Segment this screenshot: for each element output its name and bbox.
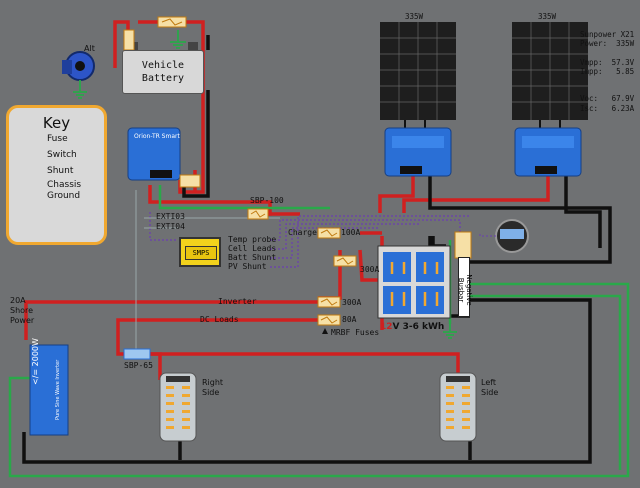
sbp100-label: SBP-100	[250, 196, 284, 205]
legend-key: Key Fuse Switch Shunt Chassis Ground	[6, 105, 107, 245]
battery-bank-capacity: V 3-6 kWh	[392, 322, 445, 332]
negative-busbar-label: Negative Busbar	[457, 274, 473, 306]
fuse-80a-label: 80A	[342, 315, 357, 324]
fuse-icon	[247, 208, 269, 220]
fuse-icon	[317, 227, 341, 239]
dc-loads-label: DC Loads	[200, 315, 239, 324]
charge-label: Charge	[288, 228, 317, 237]
battery-bank-label: 12V 3-6 kWh	[380, 322, 444, 332]
fuse-box-right	[159, 372, 197, 442]
negative-busbar: Negative Busbar	[457, 257, 473, 317]
vehicle-battery-line1: Vehicle	[141, 60, 185, 71]
mppt-right	[514, 127, 582, 177]
key-switch-label: Switch	[47, 150, 77, 160]
inverter-rating: </= 2000W	[31, 338, 40, 385]
vehicle-battery-line2: Battery	[141, 73, 185, 84]
shore-power-label: 20A Shore Power	[10, 296, 35, 325]
smps-label: SMPS	[185, 246, 217, 260]
solar-panel-left	[380, 22, 456, 120]
key-ground-label: Chassis Ground	[47, 180, 82, 201]
inverter-brand-label: Pure Sine Wave Inverter	[55, 359, 61, 420]
fuse-300a-label: 300A	[342, 298, 362, 307]
sbp65-label: SBP-65	[124, 361, 153, 370]
alternator-icon	[62, 51, 95, 99]
switch-icon	[179, 174, 201, 188]
key-shunt-label: Shunt	[47, 166, 74, 176]
fuse-300a-upper-label: 300A	[360, 265, 380, 274]
right-side-label: Right Side	[202, 378, 224, 397]
mppt-left	[384, 127, 452, 177]
smps-module: SMPS	[179, 237, 221, 267]
battery-bank-voltage: 12	[380, 322, 393, 332]
battery-monitor	[479, 219, 529, 253]
batt-shunt-label: Batt Shunt	[228, 253, 277, 262]
switch-icon	[123, 29, 135, 51]
inverter-rating-label: </= 2000W	[31, 338, 40, 385]
fuse-icon	[317, 314, 341, 326]
left-side-label: Left Side	[481, 378, 499, 397]
exti03-label: EXTI03	[156, 212, 185, 221]
orion-label: Orion-TR Smart	[134, 133, 180, 140]
fuse-icon	[333, 255, 357, 267]
vehicle-battery: Vehicle Battery	[122, 50, 204, 94]
cell-leads-label: Cell Leads	[228, 244, 277, 253]
key-fuse-label: Fuse	[47, 134, 68, 144]
fuse-icon	[317, 296, 341, 308]
panel-specs: Sunpower X21 Power: 335W Vmpp: 57.3V Imp…	[580, 30, 635, 113]
solar-panel-right	[512, 22, 588, 120]
battery-bank	[377, 245, 451, 319]
inverter-wire-label: Inverter	[218, 297, 257, 306]
pv-shunt-label: PV Shunt	[228, 262, 267, 271]
shunt-icon	[454, 231, 472, 259]
exti04-label: EXTI04	[156, 222, 185, 231]
key-title: Key	[42, 114, 71, 132]
alternator-label: Alt	[84, 44, 95, 53]
fuse-icon	[123, 348, 151, 360]
mrbf-label: MRBF Fuses	[331, 328, 380, 337]
fuse-icon	[157, 16, 187, 28]
fuse-box-left	[439, 372, 477, 442]
panel-right-label: 335W	[538, 12, 557, 21]
panel-left-label: 335W	[405, 12, 424, 21]
fuse-100a-label: 100A	[341, 228, 361, 237]
temp-probe-label: Temp probe	[228, 235, 277, 244]
